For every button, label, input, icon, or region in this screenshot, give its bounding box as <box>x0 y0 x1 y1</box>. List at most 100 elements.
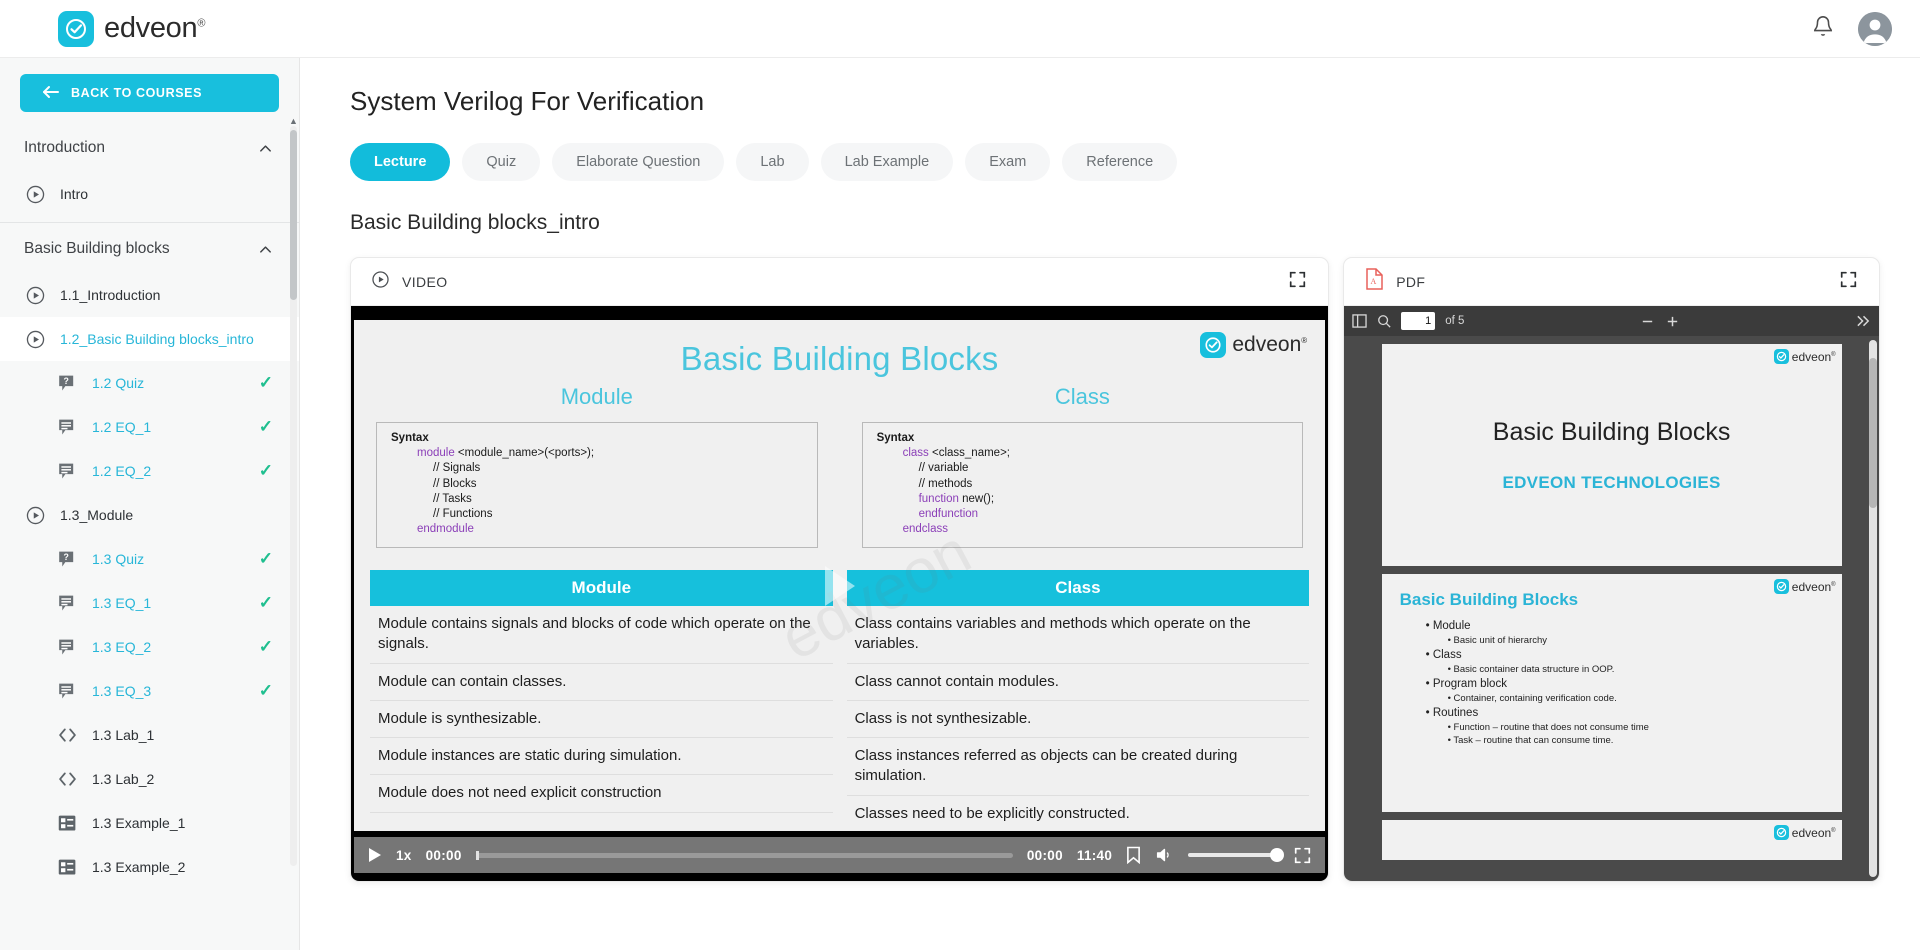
sidebar-item-1-2-quiz[interactable]: ? 1.2 Quiz ✓ <box>0 361 299 405</box>
comparison-row: Class instances referred as objects can … <box>846 738 1310 796</box>
sidebar-item-1-3-lab-2[interactable]: 1.3 Lab_2 <box>0 757 299 801</box>
video-panel-header: VIDEO <box>351 258 1329 306</box>
volume-slider[interactable] <box>1188 848 1285 862</box>
comparison-row: Class is not synthesizable. <box>846 701 1310 739</box>
svg-text:?: ? <box>63 551 68 561</box>
tab-lab-example[interactable]: Lab Example <box>820 143 954 181</box>
sidebar-nav-list[interactable]: Introduction Intro Basic Building blocks 1.… <box>0 124 299 942</box>
search-icon[interactable] <box>1377 314 1391 328</box>
playback-speed-button[interactable]: 1x <box>396 848 412 863</box>
sidebar-section-divider <box>0 222 299 223</box>
comparison-column-module: Module Module contains signals and block… <box>370 570 833 831</box>
syntax-code-line: module <module_name>(<ports>); <box>391 446 807 461</box>
syntax-text: // Tasks <box>433 492 472 505</box>
sidebar-item-1-3-module[interactable]: 1.3_Module <box>0 493 299 537</box>
sidebar-item-1-2-basic-building-blocks-intro[interactable]: 1.2_Basic Building blocks_intro <box>0 317 299 361</box>
edveon-check-logo-icon <box>1773 825 1789 840</box>
comparison-row: Classes need to be explicitly constructe… <box>847 796 1310 831</box>
expand-fullscreen-icon[interactable] <box>1289 271 1306 293</box>
slide-column-heading: Class <box>1054 384 1110 409</box>
sidebar-item-1-3-eq-1[interactable]: 1.3 EQ_1 ✓ <box>0 581 299 625</box>
sidebar-section-header[interactable]: Introduction <box>0 124 299 172</box>
play-icon[interactable] <box>368 847 382 863</box>
comparison-column-class: Class Class contains variables and metho… <box>846 570 1310 831</box>
sidebar-item-1-1-introduction[interactable]: 1.1_Introduction <box>0 273 299 317</box>
volume-slider-knob[interactable] <box>1270 848 1285 862</box>
back-to-courses-button[interactable]: BACK TO COURSES <box>20 74 279 112</box>
video-stage[interactable]: edveon edveon® Basic Building Blocks <box>351 306 1329 881</box>
syntax-code-line: // methods <box>877 477 1293 492</box>
minus-icon[interactable] <box>1640 314 1655 329</box>
pdf-viewer[interactable]: edveon® Basic Building Blocks EDVEON TEC… <box>1344 336 1879 881</box>
sidebar-item-1-2-eq-2[interactable]: 1.2 EQ_2 ✓ <box>0 449 299 493</box>
syntax-text: <module_name>(<ports>); <box>454 447 595 460</box>
comparison-header: Class <box>846 570 1310 607</box>
slide-column-module: Module Syntax module <module_name>(<port… <box>354 384 840 549</box>
pdf-toolbar: of 5 <box>1344 306 1879 336</box>
volume-icon[interactable] <box>1155 846 1174 864</box>
pdf-page1-title: Basic Building Blocks <box>1492 417 1731 446</box>
pdf-bullet-level-1: • Class <box>1425 649 1462 661</box>
sidebar-item-intro[interactable]: Intro <box>0 172 299 216</box>
eq-bubble-icon <box>56 593 78 614</box>
pdf-bullet-level-2: • Basic unit of hierarchy <box>1447 635 1548 646</box>
sidebar-item-1-3-eq-2[interactable]: 1.3 EQ_2 ✓ <box>0 625 299 669</box>
brand-logo[interactable]: edveon® <box>58 10 205 47</box>
syntax-text: // Functions <box>433 507 493 520</box>
pdf-page1-subtitle: EDVEON TECHNOLOGIES <box>1502 472 1721 492</box>
fullscreen-icon[interactable] <box>1294 847 1311 864</box>
plus-icon[interactable] <box>1665 314 1680 329</box>
pdf-page-brand-logo: edveon® <box>1773 825 1836 840</box>
sidebar-item-1-3-eq-3[interactable]: 1.3 EQ_3 ✓ <box>0 669 299 713</box>
sidebar-item-label: 1.2_Basic Building blocks_intro <box>60 331 254 347</box>
sidebar-item-1-3-lab-1[interactable]: 1.3 Lab_1 <box>0 713 299 757</box>
sidebar-item-label: 1.3 EQ_3 <box>92 683 152 699</box>
comparison-rows-module: Module contains signals and blocks of co… <box>370 606 833 813</box>
slide-title: Basic Building Blocks <box>680 340 999 377</box>
sidebar-item-1-2-eq-1[interactable]: 1.2 EQ_1 ✓ <box>0 405 299 449</box>
sidebar-item-label: 1.3 EQ_2 <box>92 639 152 655</box>
pdf-panel-header: A PDF <box>1344 258 1879 306</box>
pdf-bullet-level-2: • Basic container data structure in OOP. <box>1447 664 1615 675</box>
syntax-box-class: Syntax class <class_name>;// variable// … <box>861 422 1304 549</box>
chevron-double-right-icon[interactable] <box>1856 314 1871 328</box>
sidebar-item-label: 1.2 EQ_2 <box>92 463 152 479</box>
comparison-row: Module does not need explicit constructi… <box>370 775 833 813</box>
completed-check-icon: ✓ <box>258 373 273 392</box>
bookmark-icon[interactable] <box>1126 846 1141 864</box>
tab-elaborate-question[interactable]: Elaborate Question <box>552 143 725 181</box>
syntax-code-line: class <class_name>; <box>877 446 1293 461</box>
sidebar-item-1-3-quiz[interactable]: ? 1.3 Quiz ✓ <box>0 537 299 581</box>
video-panel-header-left: VIDEO <box>371 270 448 294</box>
sidebar-item-label: 1.1_Introduction <box>60 287 161 303</box>
pdf-page-input[interactable] <box>1401 312 1436 330</box>
sidebar-scrollbar-thumb[interactable] <box>290 130 297 300</box>
chevron-up-icon[interactable] <box>258 242 273 257</box>
completed-check-icon: ✓ <box>258 417 273 436</box>
pdf-scrollbar-thumb[interactable] <box>1869 358 1877 508</box>
chevron-up-icon[interactable] <box>258 141 273 156</box>
main-content: System Verilog For Verification Lecture Q… <box>300 58 1920 950</box>
sidebar-item-1-3-example-1[interactable]: 1.3 Example_1 <box>0 801 299 845</box>
sidebar-toggle-icon[interactable] <box>1352 314 1367 328</box>
tab-lecture[interactable]: Lecture <box>350 143 451 181</box>
bell-icon[interactable] <box>1812 15 1834 42</box>
video-seek-bar[interactable] <box>475 850 1013 860</box>
sidebar-item-label: Intro <box>60 186 89 202</box>
sidebar-item-label: 1.3 Example_2 <box>92 859 186 875</box>
tab-quiz[interactable]: Quiz <box>462 143 541 181</box>
sidebar-section-title: Introduction <box>24 139 105 156</box>
content-tabs[interactable]: Lecture Quiz Elaborate Question Lab Lab Exam… <box>350 143 1880 181</box>
video-seek-knob[interactable] <box>475 850 479 860</box>
tab-exam[interactable]: Exam <box>965 143 1051 181</box>
expand-fullscreen-icon[interactable] <box>1840 271 1857 293</box>
sidebar-item-1-3-example-2[interactable]: 1.3 Example_2 <box>0 845 299 889</box>
tab-lab[interactable]: Lab <box>736 143 809 181</box>
completed-check-icon: ✓ <box>258 593 273 612</box>
user-avatar-icon[interactable] <box>1858 11 1892 46</box>
video-current-time: 00:00 <box>425 847 462 863</box>
sidebar-section-header[interactable]: Basic Building blocks <box>0 225 299 273</box>
play-circle-icon <box>24 505 46 526</box>
video-slide: edveon edveon® Basic Building Blocks <box>354 320 1326 831</box>
tab-reference[interactable]: Reference <box>1062 143 1178 181</box>
